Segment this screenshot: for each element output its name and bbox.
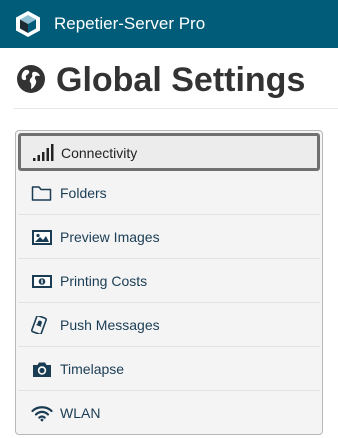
menu-item-wlan[interactable]: WLAN xyxy=(18,393,320,434)
menu-item-push-messages[interactable]: Push Messages xyxy=(18,305,320,347)
page-header: Global Settings xyxy=(0,58,338,108)
menu-item-label: Timelapse xyxy=(60,361,125,377)
signal-bars-icon xyxy=(33,144,54,161)
mobile-bell-icon xyxy=(31,316,47,334)
menu-item-preview-images[interactable]: Preview Images xyxy=(18,217,320,259)
menu-item-timelapse[interactable]: Timelapse xyxy=(18,349,320,391)
header-divider xyxy=(14,108,338,109)
top-navbar: Repetier-Server Pro xyxy=(0,0,338,48)
app-title[interactable]: Repetier-Server Pro xyxy=(54,13,205,35)
image-icon xyxy=(32,230,52,245)
settings-menu: Connectivity Folders Preview Images Prin… xyxy=(15,130,323,435)
menu-item-printing-costs[interactable]: Printing Costs xyxy=(18,261,320,303)
menu-item-label: WLAN xyxy=(60,405,101,421)
menu-item-folders[interactable]: Folders xyxy=(18,173,320,215)
menu-item-label: Preview Images xyxy=(60,229,160,245)
menu-item-label: Printing Costs xyxy=(60,273,148,289)
money-bill-icon xyxy=(32,275,52,288)
folder-icon xyxy=(31,186,52,201)
menu-item-label: Push Messages xyxy=(60,317,160,333)
globe-icon xyxy=(17,65,45,93)
menu-item-connectivity[interactable]: Connectivity xyxy=(18,133,320,171)
camera-icon xyxy=(33,362,51,377)
wifi-icon xyxy=(31,406,53,422)
page-title: Global Settings xyxy=(56,61,306,99)
menu-item-label: Folders xyxy=(60,185,107,201)
repetier-logo-icon[interactable] xyxy=(15,10,41,38)
menu-item-label: Connectivity xyxy=(61,145,138,161)
